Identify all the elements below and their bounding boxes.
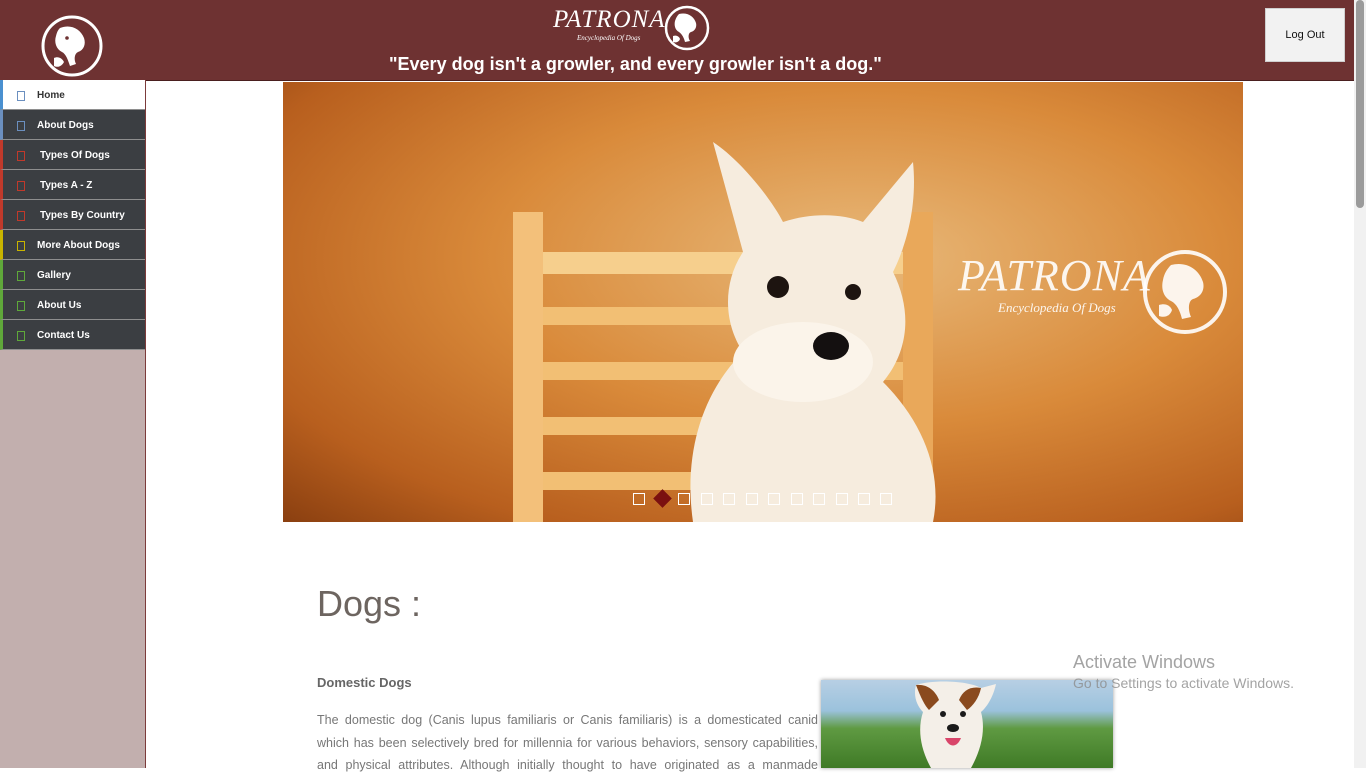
dog-running-photo xyxy=(821,680,1113,768)
hero-slider[interactable]: PATRONA Encyclopedia Of Dogs xyxy=(283,82,1243,522)
watermark-title: PATRONA xyxy=(958,251,1151,300)
sidebar-item-label: Types A - Z xyxy=(40,180,93,191)
slide-dot-5[interactable] xyxy=(723,493,735,505)
sidebar-item-label: Home xyxy=(37,90,65,101)
brand-logo[interactable]: PATRONA Encyclopedia Of Dogs xyxy=(553,4,710,52)
paragraph-line: The domestic dog (Canis lupus familiaris… xyxy=(317,713,818,727)
intro-paragraph: The domestic dog (Canis lupus familiaris… xyxy=(317,709,818,777)
slide-dot-4[interactable] xyxy=(701,493,713,505)
book-icon xyxy=(17,241,25,251)
dog-photo xyxy=(690,142,936,522)
sidebar-item-about-dogs[interactable]: About Dogs xyxy=(0,110,145,140)
paragraph-line: which has been selectively bred for mill… xyxy=(317,735,818,750)
sidebar-item-types-of-dogs[interactable]: Types Of Dogs xyxy=(0,140,145,170)
globe-icon xyxy=(17,211,25,221)
sidebar-item-contact-us[interactable]: Contact Us xyxy=(0,320,145,350)
dog-logo-icon[interactable] xyxy=(40,14,104,78)
sidebar-item-types-a-z[interactable]: Types A - Z xyxy=(0,170,145,200)
sidebar-item-label: About Dogs xyxy=(37,120,94,131)
brand-subtitle: Encyclopedia Of Dogs xyxy=(577,34,641,42)
slide-dot-12[interactable] xyxy=(880,493,892,505)
info-icon xyxy=(17,121,25,131)
slide-dot-3[interactable] xyxy=(678,493,690,505)
header-bar: PATRONA Encyclopedia Of Dogs "Every dog … xyxy=(0,0,1354,81)
activation-subtitle: Go to Settings to activate Windows. xyxy=(1073,675,1294,691)
brand-name: PATRONA xyxy=(553,6,666,33)
sidebar-item-types-by-country[interactable]: Types By Country xyxy=(0,200,145,230)
sidebar-item-about-us[interactable]: About Us xyxy=(0,290,145,320)
beagle-illustration xyxy=(914,681,996,768)
slide-dot-9[interactable] xyxy=(813,493,825,505)
sidebar-item-more-about-dogs[interactable]: More About Dogs xyxy=(0,230,145,260)
sidebar-item-home[interactable]: Home xyxy=(0,80,145,110)
user-icon xyxy=(17,301,25,311)
dog-mark-icon xyxy=(1143,250,1227,334)
slide-dot-8[interactable] xyxy=(791,493,803,505)
page-scrollbar[interactable] xyxy=(1354,0,1366,768)
sidebar-item-gallery[interactable]: Gallery xyxy=(0,260,145,290)
slide-dot-11[interactable] xyxy=(858,493,870,505)
sidebar-item-label: About Us xyxy=(37,300,82,311)
slide-dot-6[interactable] xyxy=(746,493,758,505)
sidebar: Home About Dogs Types Of Dogs Types A - … xyxy=(0,80,146,768)
activation-title: Activate Windows xyxy=(1073,652,1216,672)
list-icon xyxy=(17,151,25,161)
sidebar-item-label: Contact Us xyxy=(37,330,90,341)
paragraph-line: and physical attributes. Although initia… xyxy=(317,758,818,772)
header-quote: "Every dog isn't a growler, and every gr… xyxy=(389,54,882,74)
mail-icon xyxy=(17,331,25,341)
image-icon xyxy=(17,271,25,281)
sidebar-item-label: Types Of Dogs xyxy=(40,150,110,161)
slide-dot-10[interactable] xyxy=(836,493,848,505)
windows-activation-notice: Activate Windows Go to Settings to activ… xyxy=(1073,652,1294,691)
slide-dot-1[interactable] xyxy=(633,493,645,505)
dog-mark-icon xyxy=(664,5,710,51)
sidebar-item-label: Types By Country xyxy=(40,210,125,221)
section-heading: Domestic Dogs xyxy=(317,675,412,690)
slide-dot-7[interactable] xyxy=(768,493,780,505)
slide-watermark: PATRONA Encyclopedia Of Dogs xyxy=(956,242,1236,342)
sidebar-item-label: More About Dogs xyxy=(37,240,120,251)
home-icon xyxy=(17,91,25,101)
sort-icon xyxy=(17,181,25,191)
scrollbar-thumb[interactable] xyxy=(1356,0,1364,208)
watermark-subtitle: Encyclopedia Of Dogs xyxy=(998,300,1116,315)
page-title: Dogs : xyxy=(317,583,422,624)
sidebar-nav: Home About Dogs Types Of Dogs Types A - … xyxy=(0,80,145,350)
sidebar-item-label: Gallery xyxy=(37,270,71,281)
logout-button[interactable]: Log Out xyxy=(1265,8,1345,62)
